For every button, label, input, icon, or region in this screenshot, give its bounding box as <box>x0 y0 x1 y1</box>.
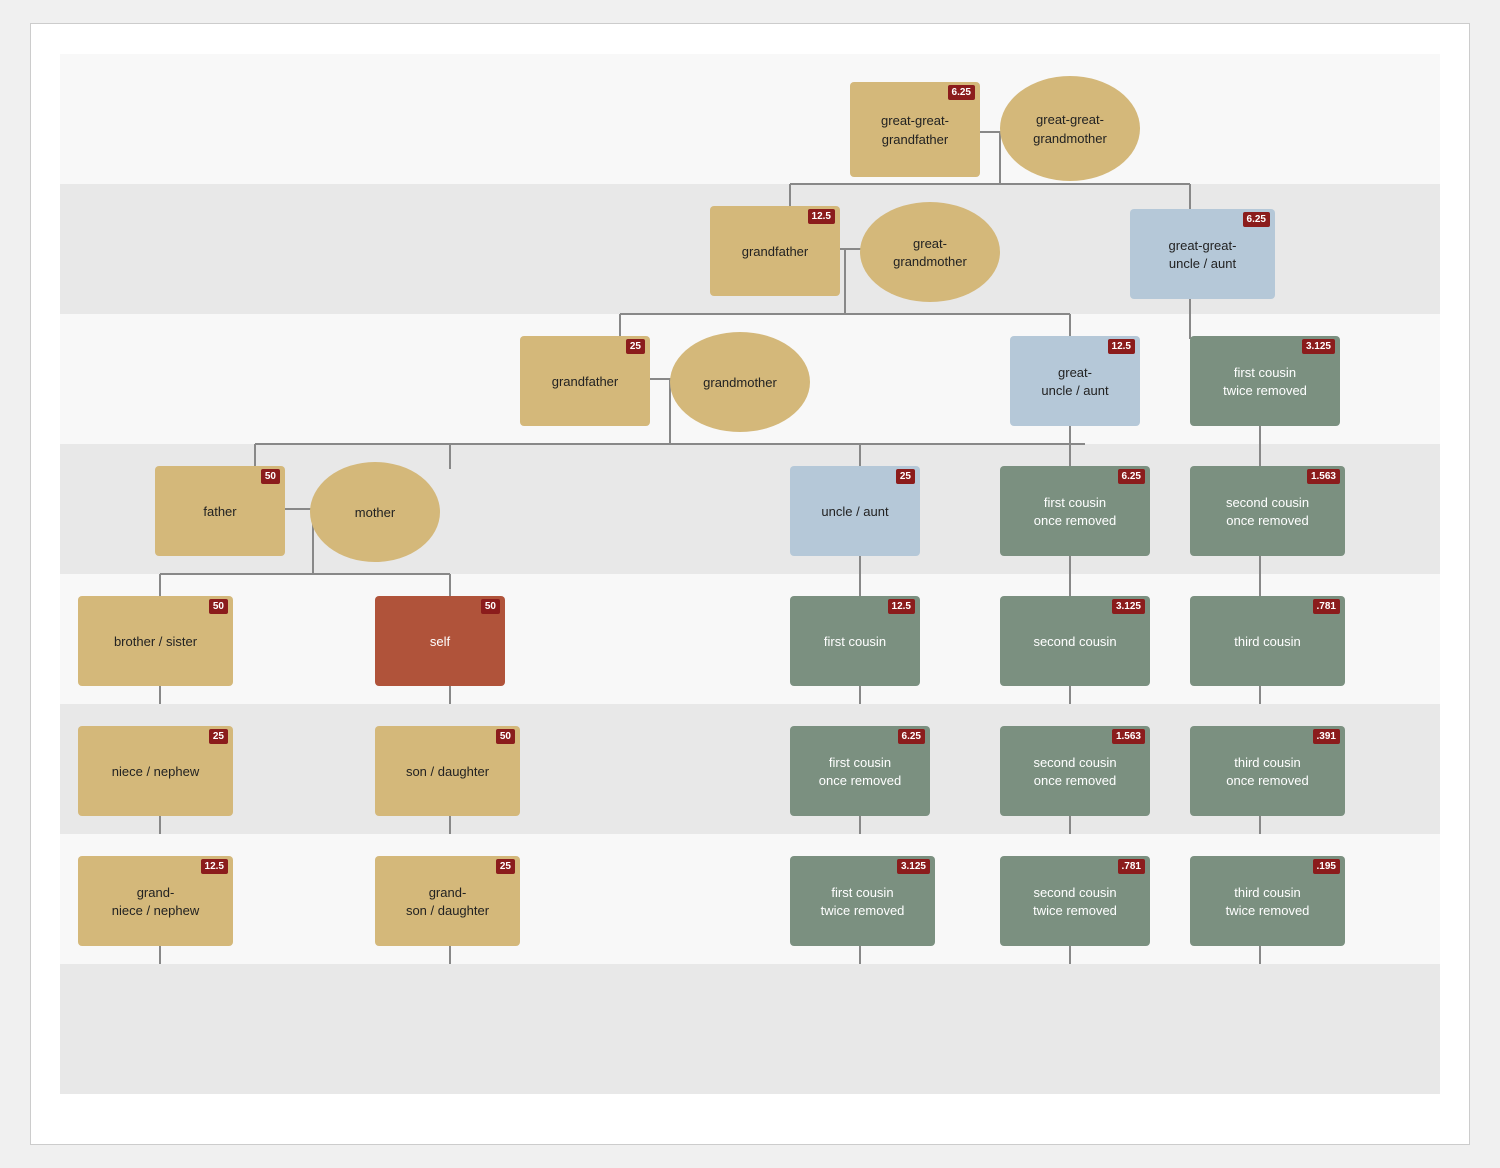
grandfather-r2-label: grandfather <box>742 243 809 261</box>
first-cousin-twice-removed-r7-label: first cousintwice removed <box>821 884 905 920</box>
mother-oval-node: mother <box>310 462 440 562</box>
first-cousin-label: first cousin <box>824 633 886 651</box>
great-great-grandfather-node: 6.25 great-great-grandfather <box>850 82 980 177</box>
great-great-grandfather-badge: 6.25 <box>948 85 975 100</box>
second-cousin-twice-removed-label: second cousintwice removed <box>1033 884 1117 920</box>
grand-son-daughter-label: grand-son / daughter <box>406 884 489 920</box>
great-grandmother-label: great-grandmother <box>893 235 967 271</box>
great-uncle-label: great-uncle / aunt <box>1041 364 1108 400</box>
third-cousin-twice-removed-node: .195 third cousintwice removed <box>1190 856 1345 946</box>
second-cousin-badge: 3.125 <box>1112 599 1145 614</box>
first-cousin-twice-removed-r7-badge: 3.125 <box>897 859 930 874</box>
self-badge: 50 <box>481 599 500 614</box>
great-great-grandmother-node: great-great-grandmother <box>1000 76 1140 181</box>
self-node: 50 self <box>375 596 505 686</box>
third-cousin-twice-removed-label: third cousintwice removed <box>1226 884 1310 920</box>
chart-wrapper: 6.25 great-great-grandfather great-great… <box>60 54 1440 1114</box>
chart-container: 6.25 great-great-grandfather great-great… <box>30 23 1470 1145</box>
great-great-grandfather-label: great-great-grandfather <box>881 112 949 148</box>
great-uncle-node: 12.5 great-uncle / aunt <box>1010 336 1140 426</box>
third-cousin-node: .781 third cousin <box>1190 596 1345 686</box>
brother-sister-label: brother / sister <box>114 633 197 651</box>
niece-nephew-label: niece / nephew <box>112 763 199 781</box>
first-cousin-twice-removed-r3-node: 3.125 first cousintwice removed <box>1190 336 1340 426</box>
third-cousin-label: third cousin <box>1234 633 1300 651</box>
grandmother-oval-node: grandmother <box>670 332 810 432</box>
great-great-uncle-node: 6.25 great-great-uncle / aunt <box>1130 209 1275 299</box>
third-cousin-twice-removed-badge: .195 <box>1313 859 1340 874</box>
great-great-uncle-badge: 6.25 <box>1243 212 1270 227</box>
uncle-aunt-node: 25 uncle / aunt <box>790 466 920 556</box>
great-great-grandmother-label: great-great-grandmother <box>1033 111 1107 147</box>
grandfather-r3-node: 25 grandfather <box>520 336 650 426</box>
second-cousin-twice-removed-badge: .781 <box>1118 859 1145 874</box>
first-cousin-once-removed-r6-badge: 6.25 <box>898 729 925 744</box>
third-cousin-once-removed-r6-label: third cousinonce removed <box>1226 754 1308 790</box>
son-daughter-node: 50 son / daughter <box>375 726 520 816</box>
second-cousin-once-removed-r6-label: second cousinonce removed <box>1033 754 1116 790</box>
second-cousin-node: 3.125 second cousin <box>1000 596 1150 686</box>
uncle-aunt-badge: 25 <box>896 469 915 484</box>
niece-nephew-node: 25 niece / nephew <box>78 726 233 816</box>
grand-niece-nephew-node: 12.5 grand-niece / nephew <box>78 856 233 946</box>
first-cousin-once-removed-r6-label: first cousinonce removed <box>819 754 901 790</box>
grandfather-r3-label: grandfather <box>552 373 619 391</box>
second-cousin-twice-removed-node: .781 second cousintwice removed <box>1000 856 1150 946</box>
self-label: self <box>430 633 450 651</box>
grandfather-r2-badge: 12.5 <box>808 209 835 224</box>
third-cousin-once-removed-r6-badge: .391 <box>1313 729 1340 744</box>
great-grandmother-node: great-grandmother <box>860 202 1000 302</box>
second-cousin-once-removed-r4-label: second cousinonce removed <box>1226 494 1309 530</box>
second-cousin-once-removed-r4-badge: 1.563 <box>1307 469 1340 484</box>
third-cousin-badge: .781 <box>1313 599 1340 614</box>
niece-nephew-badge: 25 <box>209 729 228 744</box>
first-cousin-twice-removed-r7-node: 3.125 first cousintwice removed <box>790 856 935 946</box>
second-cousin-once-removed-r6-badge: 1.563 <box>1112 729 1145 744</box>
uncle-aunt-label: uncle / aunt <box>821 503 888 521</box>
son-daughter-label: son / daughter <box>406 763 489 781</box>
great-great-uncle-label: great-great-uncle / aunt <box>1169 237 1237 273</box>
father-label: father <box>203 503 236 521</box>
grandfather-r3-badge: 25 <box>626 339 645 354</box>
son-daughter-badge: 50 <box>496 729 515 744</box>
second-cousin-once-removed-r4-node: 1.563 second cousinonce removed <box>1190 466 1345 556</box>
brother-sister-node: 50 brother / sister <box>78 596 233 686</box>
row-band-1 <box>60 54 1440 184</box>
grand-son-daughter-node: 25 grand-son / daughter <box>375 856 520 946</box>
first-cousin-once-removed-r4-badge: 6.25 <box>1118 469 1145 484</box>
brother-sister-badge: 50 <box>209 599 228 614</box>
grand-niece-nephew-badge: 12.5 <box>201 859 228 874</box>
first-cousin-once-removed-r4-node: 6.25 first cousinonce removed <box>1000 466 1150 556</box>
great-uncle-badge: 12.5 <box>1108 339 1135 354</box>
grand-niece-nephew-label: grand-niece / nephew <box>112 884 199 920</box>
grandmother-oval-label: grandmother <box>703 374 777 392</box>
mother-oval-label: mother <box>355 504 395 522</box>
first-cousin-twice-removed-r3-label: first cousintwice removed <box>1223 364 1307 400</box>
grand-son-daughter-badge: 25 <box>496 859 515 874</box>
first-cousin-node: 12.5 first cousin <box>790 596 920 686</box>
second-cousin-once-removed-r6-node: 1.563 second cousinonce removed <box>1000 726 1150 816</box>
third-cousin-once-removed-r6-node: .391 third cousinonce removed <box>1190 726 1345 816</box>
father-node: 50 father <box>155 466 285 556</box>
first-cousin-badge: 12.5 <box>888 599 915 614</box>
grandfather-r2-node: 12.5 grandfather <box>710 206 840 296</box>
father-badge: 50 <box>261 469 280 484</box>
second-cousin-label: second cousin <box>1033 633 1116 651</box>
first-cousin-once-removed-r6-node: 6.25 first cousinonce removed <box>790 726 930 816</box>
first-cousin-once-removed-r4-label: first cousinonce removed <box>1034 494 1116 530</box>
row-band-8 <box>60 964 1440 1094</box>
first-cousin-twice-removed-r3-badge: 3.125 <box>1302 339 1335 354</box>
